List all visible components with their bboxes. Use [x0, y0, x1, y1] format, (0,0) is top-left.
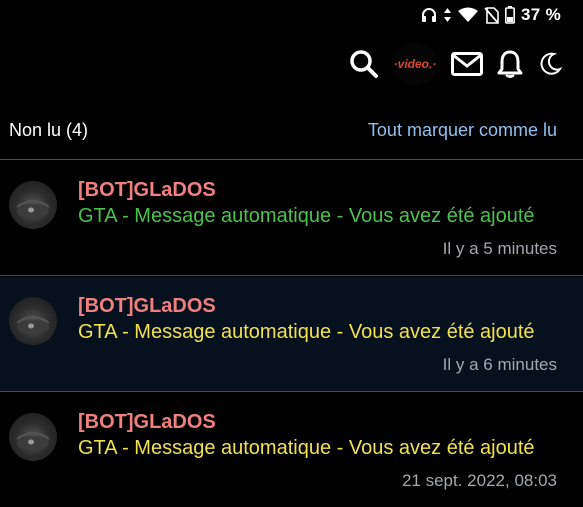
notifications-header: Non lu (4) Tout marquer comme lu — [0, 104, 583, 156]
mark-all-read-link[interactable]: Tout marquer comme lu — [368, 120, 557, 141]
site-logo[interactable]: ·video.· — [393, 42, 437, 86]
no-sim-icon — [484, 6, 499, 24]
notification-item[interactable]: [BOT]GLaDOS GTA - Message automatique - … — [0, 277, 583, 391]
site-logo-text: ·video.· — [393, 57, 437, 71]
notification-time: 21 sept. 2022, 08:03 — [401, 471, 557, 490]
notification-sender: [BOT]GLaDOS — [78, 179, 216, 201]
bell-icon[interactable] — [497, 49, 523, 79]
divider — [0, 275, 583, 276]
notification-subject: GTA - Message automatique - Vous avez ét… — [78, 437, 535, 459]
divider — [0, 159, 583, 160]
app-toolbar: ·video.· — [0, 40, 583, 88]
notification-sender: [BOT]GLaDOS — [78, 411, 216, 433]
unread-count-title: Non lu (4) — [9, 119, 89, 140]
headphones-icon — [421, 7, 437, 23]
notification-time: Il y a 6 minutes — [442, 355, 557, 374]
notification-sender: [BOT]GLaDOS — [78, 295, 216, 317]
mail-icon[interactable] — [451, 52, 483, 76]
notification-item[interactable]: [BOT]GLaDOS GTA - Message automatique - … — [0, 393, 583, 507]
moon-icon[interactable] — [537, 51, 563, 77]
status-bar: 37 % — [0, 0, 583, 30]
avatar — [9, 297, 57, 345]
notification-subject: GTA - Message automatique - Vous avez ét… — [78, 321, 535, 343]
notification-subject: GTA - Message automatique - Vous avez ét… — [78, 205, 535, 227]
notification-item[interactable]: [BOT]GLaDOS GTA - Message automatique - … — [0, 161, 583, 275]
divider — [0, 391, 583, 392]
wifi-icon — [458, 7, 479, 23]
battery-icon — [505, 6, 516, 24]
battery-percent: 37 % — [521, 5, 561, 24]
avatar — [9, 413, 57, 461]
data-arrows-icon — [443, 7, 452, 23]
search-icon[interactable] — [349, 49, 379, 79]
notification-time: Il y a 5 minutes — [442, 239, 557, 258]
avatar — [9, 181, 57, 229]
